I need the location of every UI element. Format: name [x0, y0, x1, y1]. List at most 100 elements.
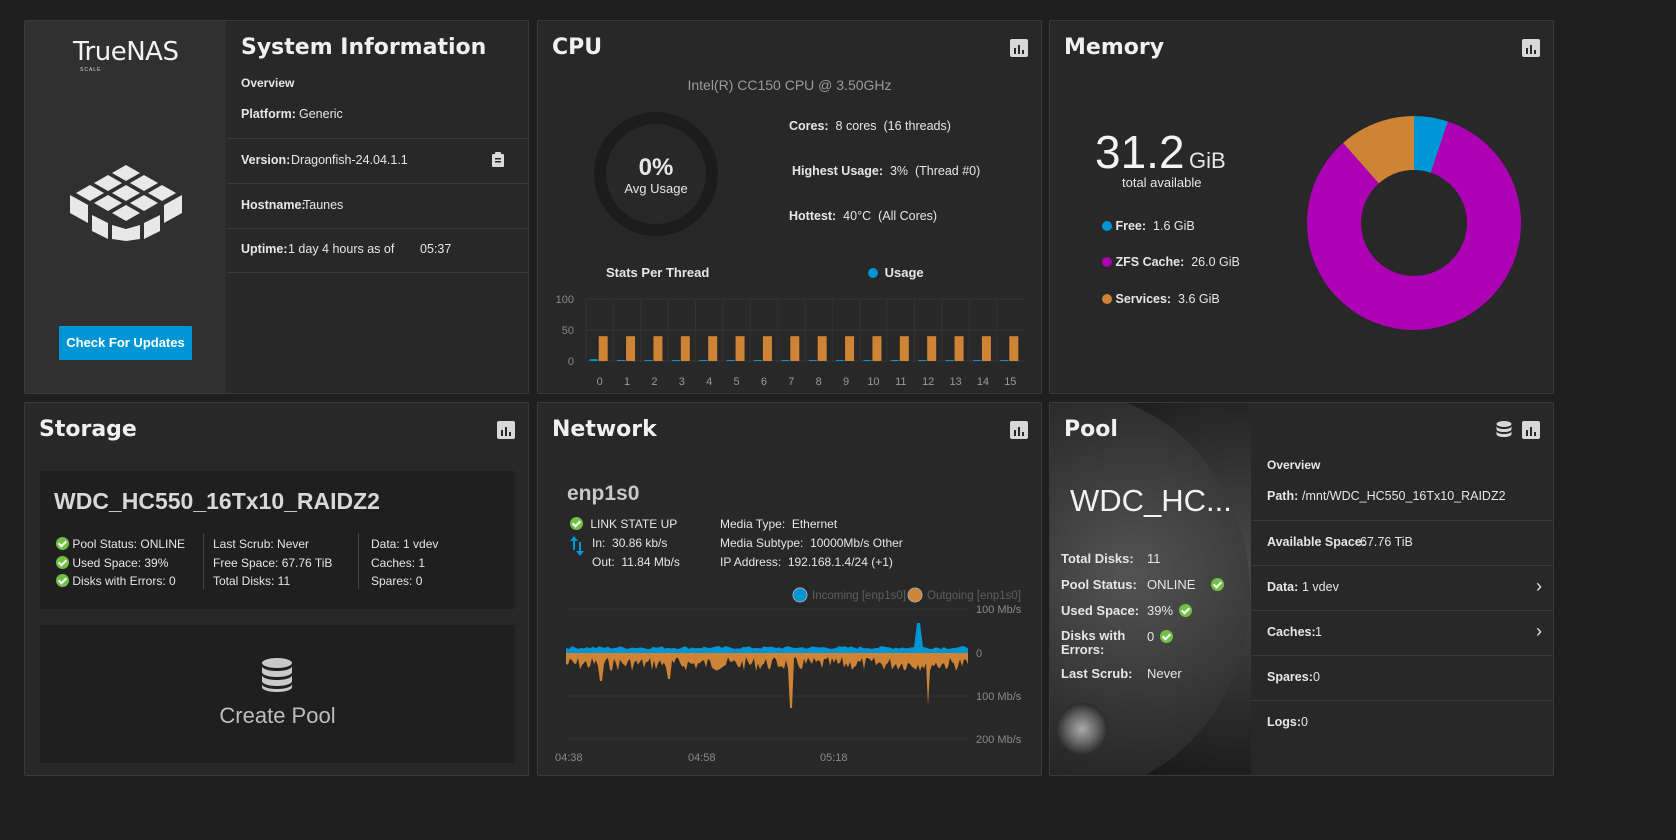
pool-errors-check-icon — [1160, 630, 1173, 643]
cpu-thread-label: 10 — [867, 376, 879, 387]
create-pool-button[interactable]: Create Pool — [40, 625, 515, 763]
net-outgoing-area — [566, 653, 968, 708]
cpu-thread-label: 13 — [949, 376, 961, 387]
cpu-thread-usage-bar — [972, 360, 981, 361]
usage-legend[interactable]: Usage — [868, 265, 924, 280]
network-reports-chart-icon[interactable] — [1010, 421, 1028, 439]
cpu-title: CPU — [552, 35, 603, 60]
truenas-logo-sub: SCALE — [80, 67, 102, 73]
cpu-thread-usage-bar — [1000, 360, 1009, 361]
pool-path-row: Path: /mnt/WDC_HC550_16Tx10_RAIDZ2 — [1252, 489, 1553, 521]
network-out: Out: 11.84 Mb/s — [592, 555, 680, 569]
free-dot — [1102, 221, 1112, 231]
pool-overview-heading: Overview — [1267, 458, 1321, 472]
pool-status-check-icon — [56, 537, 69, 550]
cpu-thread-label: 3 — [679, 376, 685, 387]
platform-row: Platform: Generic — [227, 107, 528, 139]
cpu-thread-usage-bar — [890, 360, 899, 361]
cpu-avg-value: 0% — [638, 154, 674, 181]
pool-used-space: Used Space: 39% — [1061, 603, 1251, 618]
pool-spares-row: Spares: 0 — [1252, 656, 1553, 701]
cpu-thread-label: 15 — [1004, 376, 1016, 387]
pool-total-disks: Total Disks: 11 — [1061, 551, 1161, 566]
cpu-thread-temp-bar — [598, 336, 608, 361]
network-title: Network — [552, 417, 657, 442]
pool-scrub-list: Last Scrub: Never Free Space: 67.76 TiB … — [213, 537, 333, 588]
memory-reports-chart-icon[interactable] — [1522, 39, 1540, 57]
stats-per-thread-chart: 1005000 1 2 3 4 5 6 7 8 9 10 11 12 13 14 15 — [556, 294, 1024, 387]
hostname-row: Hostname: Taunes — [227, 184, 528, 229]
cpu-thread-usage-bar — [945, 360, 954, 361]
cpu-thread-temp-bar — [927, 336, 937, 361]
net-legend-label: Incoming [enp1s0] — [812, 590, 906, 602]
create-pool-label: Create Pool — [219, 703, 336, 728]
system-overview-heading: Overview — [241, 76, 295, 90]
cpu-thread-usage-bar — [918, 360, 927, 361]
net-y-tick-label: 100 Mb/s — [976, 691, 1022, 703]
cpu-avg-label: Avg Usage — [624, 181, 688, 196]
storage-reports-chart-icon[interactable] — [497, 421, 515, 439]
cpu-thread-temp-bar — [954, 336, 964, 361]
cpu-thread-label: 14 — [977, 376, 989, 387]
cpu-thread-temp-bar — [680, 336, 690, 361]
cpu-thread-usage-bar — [617, 360, 626, 361]
cpu-thread-label: 1 — [624, 376, 630, 387]
link-state: LINK STATE UP — [570, 517, 677, 531]
media-subtype: Media Subtype: 10000Mb/s Other — [720, 536, 903, 550]
caches-chevron-right-icon[interactable]: › — [1536, 621, 1542, 642]
system-information-card: TrueNAS SCALE Check For Updates System I… — [24, 20, 529, 394]
cpu-thread-usage-bar — [671, 360, 680, 361]
cpu-thread-label: 12 — [922, 376, 934, 387]
pool-available-row: Available Space: 67.76 TiB — [1252, 521, 1553, 566]
cpu-thread-label: 6 — [761, 376, 767, 387]
version-row: Version: Dragonfish-24.04.1.1 — [227, 139, 528, 184]
clipboard-icon[interactable] — [491, 152, 505, 167]
cpu-thread-temp-bar — [708, 336, 718, 361]
cpu-thread-temp-bar — [981, 336, 991, 361]
cpu-thread-usage-bar — [863, 360, 872, 361]
pool-summary-panel[interactable]: WDC_HC550_16Tx10_RAIDZ2 Pool Status: ONL… — [40, 471, 515, 609]
net-x-tick-label: 04:38 — [555, 752, 583, 764]
media-type: Media Type: Ethernet — [720, 517, 838, 531]
pool-disk-image-panel: Pool WDC_HC... Total Disks: 11 Pool Stat… — [1050, 403, 1251, 775]
cpu-thread-temp-bar — [817, 336, 827, 361]
system-logo-panel: TrueNAS SCALE Check For Updates — [25, 21, 226, 393]
pool-status-check-icon — [1211, 578, 1224, 591]
uptime-row: Uptime: 1 day 4 hours as of 05:37 — [227, 229, 528, 273]
memory-total: 31.2 GiB — [1095, 126, 1226, 178]
memory-zfs-legend: ZFS Cache: 26.0 GiB — [1102, 255, 1240, 269]
pool-title: Pool — [1064, 417, 1118, 442]
network-card: Network enp1s0 LINK STATE UP In: 30.86 k… — [537, 402, 1042, 776]
cpu-thread-temp-bar — [735, 336, 745, 361]
cpu-thread-label: 4 — [706, 376, 712, 387]
memory-free-legend: Free: 1.6 GiB — [1102, 219, 1195, 233]
memory-services-legend: Services: 3.6 GiB — [1102, 292, 1220, 306]
stats-per-thread-title: Stats Per Thread — [606, 265, 710, 280]
ip-address: IP Address: 192.168.1.4/24 (+1) — [720, 555, 893, 569]
truenas-mark-icon — [70, 165, 182, 241]
pool-status: Pool Status: ONLINE — [1061, 577, 1251, 592]
pool-vdev-list: Data: 1 vdev Caches: 1 Spares: 0 — [371, 537, 439, 588]
zfs-dot — [1102, 257, 1112, 267]
data-chevron-right-icon[interactable]: › — [1536, 576, 1542, 597]
cpu-thread-temp-bar — [872, 336, 882, 361]
database-icon — [262, 658, 292, 692]
pool-data-row[interactable]: Data: 1 vdev › — [1252, 566, 1553, 611]
disks-errors-check-icon — [56, 574, 69, 587]
pool-reports-chart-icon[interactable] — [1522, 421, 1540, 439]
net-legend-label: Outgoing [enp1s0] — [927, 590, 1021, 602]
cpu-thread-usage-bar — [644, 360, 653, 361]
pool-database-icon[interactable] — [1496, 421, 1512, 439]
network-traffic-chart: 100 Mb/s 0 100 Mb/s 200 Mb/s 04:38 04:58 05:18… — [555, 587, 1022, 764]
net-legend-dot — [792, 587, 808, 603]
net-x-tick-label: 05:18 — [820, 752, 848, 764]
cpu-cores-stat: Cores: 8 cores (16 threads) — [789, 119, 951, 133]
cpu-thread-temp-bar — [653, 336, 663, 361]
check-for-updates-button[interactable]: Check For Updates — [59, 326, 192, 360]
usage-legend-dot — [868, 268, 878, 278]
cpu-thread-usage-bar — [699, 360, 708, 361]
cpu-reports-chart-icon[interactable] — [1010, 39, 1028, 57]
pool-caches-row[interactable]: Caches: 1 › — [1252, 611, 1553, 656]
net-incoming-area — [566, 623, 968, 653]
cpu-thread-usage-bar — [808, 360, 817, 361]
